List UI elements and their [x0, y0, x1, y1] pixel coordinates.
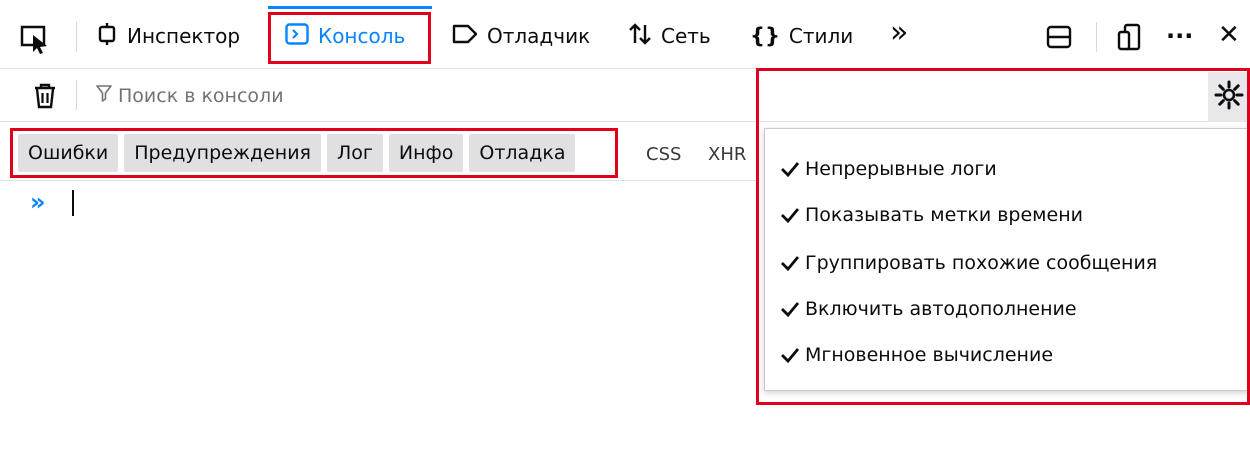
filter-icon — [96, 84, 112, 107]
levels-highlight — [10, 128, 618, 178]
toolbar-separator — [1096, 22, 1097, 52]
console-input-caret[interactable] — [72, 190, 74, 216]
tab-network-label: Сеть — [661, 24, 711, 48]
filter-separator — [76, 80, 77, 110]
responsive-design-icon[interactable] — [1116, 22, 1142, 52]
active-tab-indicator — [268, 6, 432, 9]
style-editor-icon: {} — [750, 24, 780, 48]
search-placeholder: Поиск в консоли — [118, 84, 284, 107]
tab-network[interactable]: Сеть — [628, 14, 711, 58]
split-console-icon[interactable] — [1046, 24, 1072, 50]
tab-inspector-label: Инспектор — [127, 24, 241, 48]
filter-css-button[interactable]: CSS — [646, 144, 681, 165]
tab-debugger[interactable]: Отладчик — [452, 14, 590, 58]
tab-style-editor[interactable]: {} Стили — [750, 14, 853, 58]
console-search-input[interactable]: Поиск в консоли — [96, 84, 284, 107]
network-icon — [628, 22, 652, 51]
close-icon[interactable]: ✕ — [1218, 20, 1240, 50]
debugger-icon — [452, 23, 478, 50]
toolbar-separator — [76, 22, 77, 52]
tab-inspector[interactable]: Инспектор — [96, 14, 240, 58]
overflow-menu-icon[interactable]: ··· — [1166, 22, 1193, 50]
levels-separator — [0, 180, 760, 181]
tab-debugger-label: Отладчик — [487, 24, 591, 48]
more-tabs-button[interactable]: » — [890, 10, 908, 54]
console-tab-highlight — [268, 12, 431, 64]
clear-console-icon[interactable] — [32, 82, 58, 110]
settings-menu-highlight — [756, 68, 1250, 405]
chevrons-right-icon: » — [890, 14, 909, 50]
filter-xhr-button[interactable]: XHR — [708, 144, 746, 165]
inspector-icon — [96, 22, 118, 50]
element-picker-icon[interactable] — [18, 22, 52, 56]
tab-style-editor-label: Стили — [788, 24, 854, 48]
console-prompt-icon: » — [30, 188, 46, 216]
